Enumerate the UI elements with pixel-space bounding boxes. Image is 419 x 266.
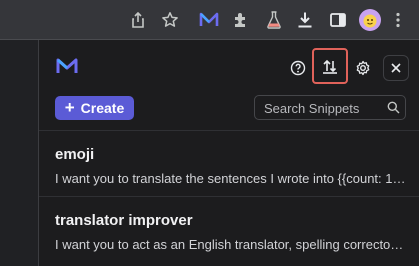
snippet-description: I want you to act as an English translat… (55, 237, 407, 252)
upload-sort-icon (323, 59, 337, 74)
snippet-item[interactable]: emoji I want you to translate the senten… (39, 130, 419, 196)
snippets-side-panel: + Create emoji I want you to translate t… (39, 40, 419, 266)
menu-kebab-icon[interactable] (390, 8, 406, 32)
settings-gear-icon[interactable] (352, 57, 374, 79)
snippet-list: emoji I want you to translate the senten… (39, 130, 419, 262)
snippet-item[interactable]: translator improver I want you to act as… (39, 196, 419, 262)
side-panel-icon[interactable] (326, 8, 350, 32)
app-logo-icon (55, 57, 79, 80)
browser-toolbar (0, 0, 419, 40)
search-box[interactable] (254, 95, 406, 120)
flask-icon[interactable] (262, 8, 286, 32)
export-snippets-button[interactable] (312, 48, 348, 84)
plus-icon: + (64, 98, 75, 117)
avatar[interactable] (358, 8, 382, 32)
search-icon (387, 101, 400, 119)
close-icon (391, 63, 401, 73)
create-snippet-button[interactable]: + Create (55, 96, 134, 120)
snippet-description: I want you to translate the sentences I … (55, 171, 407, 186)
create-button-label: Create (80, 100, 125, 116)
snippet-title: translator improver (55, 212, 193, 229)
search-input[interactable] (262, 98, 384, 119)
snippet-title: emoji (55, 146, 95, 163)
page-content-area (0, 40, 39, 266)
bookmark-star-icon[interactable] (158, 8, 182, 32)
puzzle-icon[interactable] (229, 8, 253, 32)
close-panel-button[interactable] (383, 55, 409, 81)
snippets-extension-icon[interactable] (197, 8, 221, 32)
download-icon[interactable] (293, 8, 317, 32)
share-icon[interactable] (126, 8, 150, 32)
help-icon[interactable] (287, 57, 309, 79)
